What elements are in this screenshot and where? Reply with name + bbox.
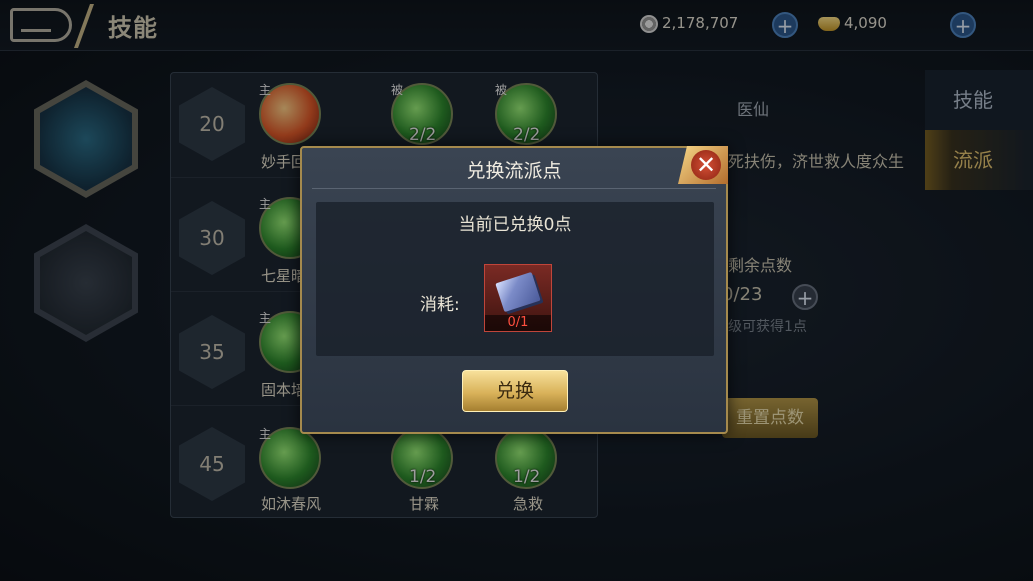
exchange-dialog: 兑换流派点 ✕ 当前已兑换0点 消耗: 0/1 兑换 bbox=[300, 146, 728, 434]
dialog-divider bbox=[312, 188, 716, 189]
dialog-title: 兑换流派点 bbox=[466, 160, 562, 182]
exchange-status: 当前已兑换0点 bbox=[458, 215, 572, 235]
item-slot[interactable]: 0/1 bbox=[484, 264, 552, 332]
item-count: 0/1 bbox=[485, 315, 551, 331]
exchange-button[interactable]: 兑换 bbox=[462, 370, 568, 412]
close-button[interactable]: ✕ bbox=[678, 146, 728, 184]
close-icon: ✕ bbox=[691, 150, 721, 180]
cost-label: 消耗: bbox=[420, 295, 460, 315]
dialog-body: 当前已兑换0点 消耗: 0/1 bbox=[316, 202, 714, 356]
book-icon bbox=[495, 271, 541, 313]
